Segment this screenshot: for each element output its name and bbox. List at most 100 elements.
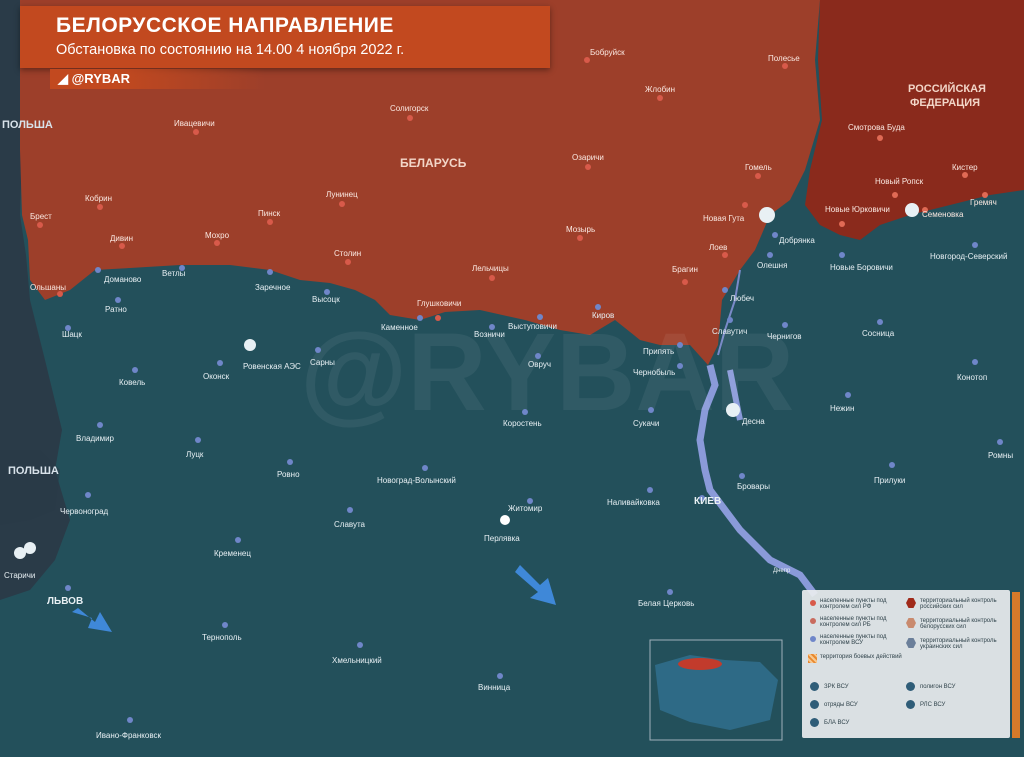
legend-bla: БЛА ВСУ — [824, 720, 850, 726]
city-voznichi: Возничи — [474, 330, 505, 339]
legend-stripe — [1012, 592, 1020, 738]
city-perlyavka: Перлявка — [484, 534, 520, 543]
city-lyubech: Любеч — [730, 294, 754, 303]
page-subtitle: Обстановка по состоянию на 14.00 4 ноябр… — [56, 42, 405, 58]
legend-zrk: ЗРК ВСУ — [824, 684, 849, 690]
city-ovruch: Овруч — [528, 360, 551, 369]
polygon-legend-icon — [906, 682, 915, 691]
city-ratno: Ратно — [105, 305, 127, 314]
country-label-poland-bottom: ПОЛЬША — [8, 465, 59, 477]
city-brovary: Бровары — [737, 482, 770, 491]
city-romny: Ромны — [988, 451, 1013, 460]
city-priluki: Прилуки — [874, 476, 905, 485]
city-zhlobin: Жлобин — [645, 85, 675, 94]
city-korosten: Коростень — [503, 419, 542, 428]
city-mokhro: Мохро — [205, 231, 230, 240]
legend-item5: территориальный контроль российских сил — [920, 598, 997, 610]
city-novograd-volynskiy: Новоград-Волынский — [377, 476, 456, 485]
legend-item3: населенные пункты под контролем ВСУ — [820, 634, 887, 646]
city-semenovka: Семеновка — [922, 210, 964, 219]
radar-legend-icon — [906, 700, 915, 709]
city-chernobyl: Чернобыль — [633, 368, 675, 377]
city-olishevka: Олешня — [757, 261, 787, 270]
city-lelchitsy: Лельчицы — [472, 264, 509, 273]
legend: населенные пункты под контролем сил РФ н… — [802, 590, 1010, 738]
city-lvov: ЛЬВОВ — [47, 596, 83, 607]
marker-rf-icon — [810, 600, 816, 606]
troops-legend-icon — [810, 700, 819, 709]
rsz-icon — [905, 203, 919, 217]
city-kister: Кистер — [952, 163, 978, 172]
river-label-dnepr: Днепр — [773, 568, 791, 574]
city-ivano-frankovsk: Ивано-Франковск — [96, 731, 161, 740]
city-glushkovichi: Глушковичи — [417, 299, 461, 308]
legend-rsz: РЛС ВСУ — [920, 702, 946, 708]
city-chervonograd: Червоноград — [60, 507, 109, 516]
city-nalivaykovka: Наливайковка — [607, 498, 660, 507]
marker-vsu-icon — [810, 636, 816, 642]
city-soligorsk: Солигорск — [390, 104, 429, 113]
city-brest: Брест — [30, 212, 52, 221]
page-title: БЕЛОРУССКОЕ НАПРАВЛЕНИЕ — [56, 14, 394, 37]
russian-force-icon — [759, 207, 775, 223]
city-novye-yurkovichi: Новые Юрковичи — [825, 205, 890, 214]
city-belaya-tserkov: Белая Церковь — [638, 599, 694, 608]
legend-item6: территориальный контроль белорусских сил — [920, 618, 997, 630]
city-kremenets: Кременец — [214, 549, 251, 558]
legend-item2: населенные пункты под контролем сил РБ — [820, 616, 887, 628]
country-label-russia-1: РОССИЙСКАЯ — [908, 82, 986, 95]
city-stolin: Столин — [334, 249, 361, 258]
bla-legend-icon — [810, 718, 819, 727]
city-kiev: КИЕВ — [694, 496, 721, 507]
city-okonsk: Оконск — [203, 372, 230, 381]
city-khmelnitskiy: Хмельницкий — [332, 656, 382, 665]
brand-tag[interactable]: ◢ @RYBAR — [50, 69, 265, 89]
city-kirov: Киров — [592, 311, 614, 320]
city-mozyr: Мозырь — [566, 225, 595, 234]
city-slavutich: Славутич — [712, 327, 747, 336]
city-novye-borovichi: Новые Боровичи — [830, 263, 893, 272]
city-pripyat: Припять — [643, 347, 674, 356]
city-shatsk: Шацк — [62, 330, 82, 339]
city-polese: Полесье — [768, 54, 800, 63]
city-starichi: Старичи — [4, 571, 35, 580]
city-zarechnoe: Заречное — [255, 283, 291, 292]
city-vysotsk: Высоцк — [312, 295, 340, 304]
city-olshany: Ольшаны — [30, 283, 66, 292]
city-divin: Дивин — [110, 234, 133, 243]
brand-label: ◢ @RYBAR — [58, 71, 131, 86]
legend-item4: территория боевых действий — [820, 654, 902, 660]
ukraine-control-icon — [906, 638, 916, 648]
city-sosnitsa: Сосница — [862, 329, 895, 338]
city-vinnitsa: Винница — [478, 683, 511, 692]
legend-item1: населенные пункты под контролем сил РФ — [820, 598, 887, 610]
city-bragin: Брагин — [672, 265, 698, 274]
bla-icon — [726, 403, 740, 417]
city-desna: Десна — [742, 417, 765, 426]
combat-area-icon — [808, 654, 817, 663]
city-sukachi: Сукачи — [633, 419, 659, 428]
city-chernigov: Чернигов — [767, 332, 802, 341]
legend-poligon: полигон ВСУ — [920, 684, 956, 690]
zrk-icon — [24, 542, 36, 554]
city-domanovo: Доманово — [104, 275, 142, 284]
city-zhitomir: Житомир — [508, 504, 543, 513]
city-rovenskaya-aes: Ровенская АЭС — [243, 362, 301, 371]
city-smotrova-buda: Смотрова Буда — [848, 123, 905, 132]
city-sarny: Сарны — [310, 358, 335, 367]
city-vystupovichi: Выступовичи — [508, 322, 557, 331]
city-ivatsevichi: Ивацевичи — [174, 119, 215, 128]
city-ozarichi: Озаричи — [572, 153, 604, 162]
city-novgorod-severskiy: Новгород-Северский — [930, 252, 1007, 261]
marker-rb-icon — [810, 618, 816, 624]
belarus-control-icon — [906, 618, 916, 628]
city-dobryanka: Добрянка — [779, 236, 815, 245]
city-slavuta: Славута — [334, 520, 366, 529]
city-rovno: Ровно — [277, 470, 300, 479]
country-label-belarus: БЕЛАРУСЬ — [400, 156, 467, 170]
city-gomel: Гомель — [745, 163, 772, 172]
legend-otryady: отряды ВСУ — [824, 702, 858, 708]
russia-control-icon — [906, 598, 916, 608]
city-vetly: Ветлы — [162, 269, 186, 278]
city-konotop: Конотоп — [957, 373, 987, 382]
